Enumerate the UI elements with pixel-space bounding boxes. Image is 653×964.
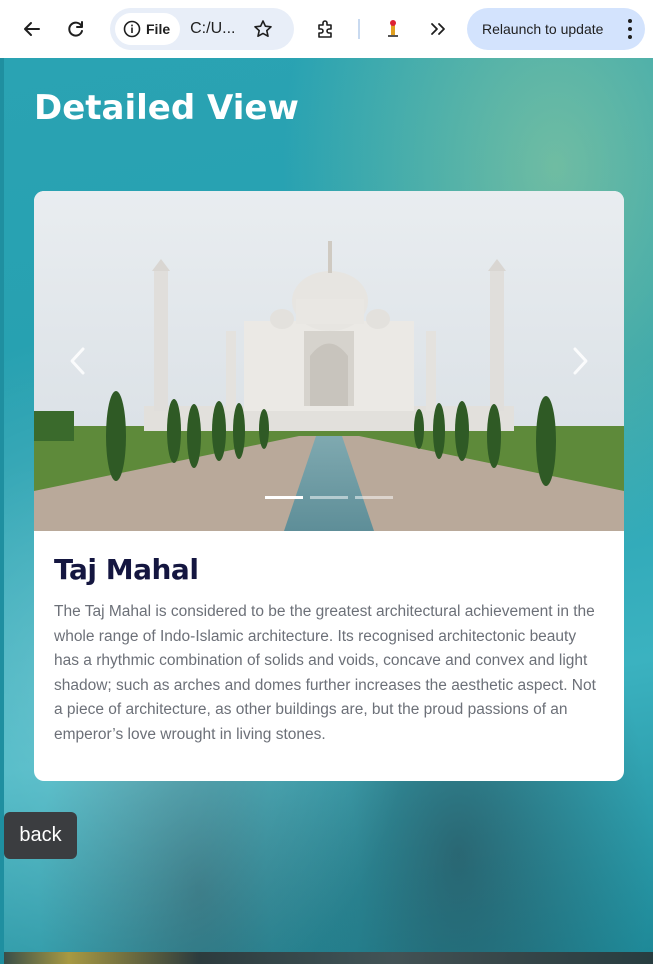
relaunch-label: Relaunch to update [482,21,604,37]
back-arrow-icon[interactable] [16,13,48,45]
carousel-indicator[interactable] [310,496,348,499]
url-text[interactable]: C:/U... [190,20,235,38]
image-carousel[interactable] [34,191,624,531]
bookmark-star-icon[interactable] [251,17,275,41]
back-button[interactable]: back [4,812,77,859]
address-bar[interactable]: File C:/U... [110,8,294,50]
reload-icon[interactable] [60,13,92,45]
carousel-prev-chevron-icon[interactable] [58,341,98,381]
carousel-next-chevron-icon[interactable] [560,341,600,381]
chip-label: File [146,21,171,37]
taj-mahal-image [34,191,624,531]
page-title: Detailed View [34,88,299,128]
more-menu-icon[interactable] [627,19,633,39]
relaunch-to-update-button[interactable]: Relaunch to update [467,8,645,50]
bottom-partial-content [4,952,653,964]
extension-logo-icon[interactable] [377,13,409,45]
page-background: Detailed View Taj Mahal The Taj Mahal is… [4,58,653,964]
browser-toolbar: File C:/U... Relaunch to update [0,0,653,58]
info-icon [123,20,141,38]
carousel-indicator[interactable] [265,496,303,499]
card-description: The Taj Mahal is considered to be the gr… [54,603,596,743]
chevron-double-right-icon[interactable] [422,13,454,45]
extensions-puzzle-icon[interactable] [310,13,342,45]
site-info-chip[interactable]: File [115,13,181,45]
carousel-indicator[interactable] [355,496,393,499]
detail-card: Taj Mahal The Taj Mahal is considered to… [34,191,624,781]
card-title: Taj Mahal [54,553,199,586]
carousel-indicators [265,496,393,499]
toolbar-divider [358,19,360,39]
card-body: Taj Mahal The Taj Mahal is considered to… [34,531,624,747]
